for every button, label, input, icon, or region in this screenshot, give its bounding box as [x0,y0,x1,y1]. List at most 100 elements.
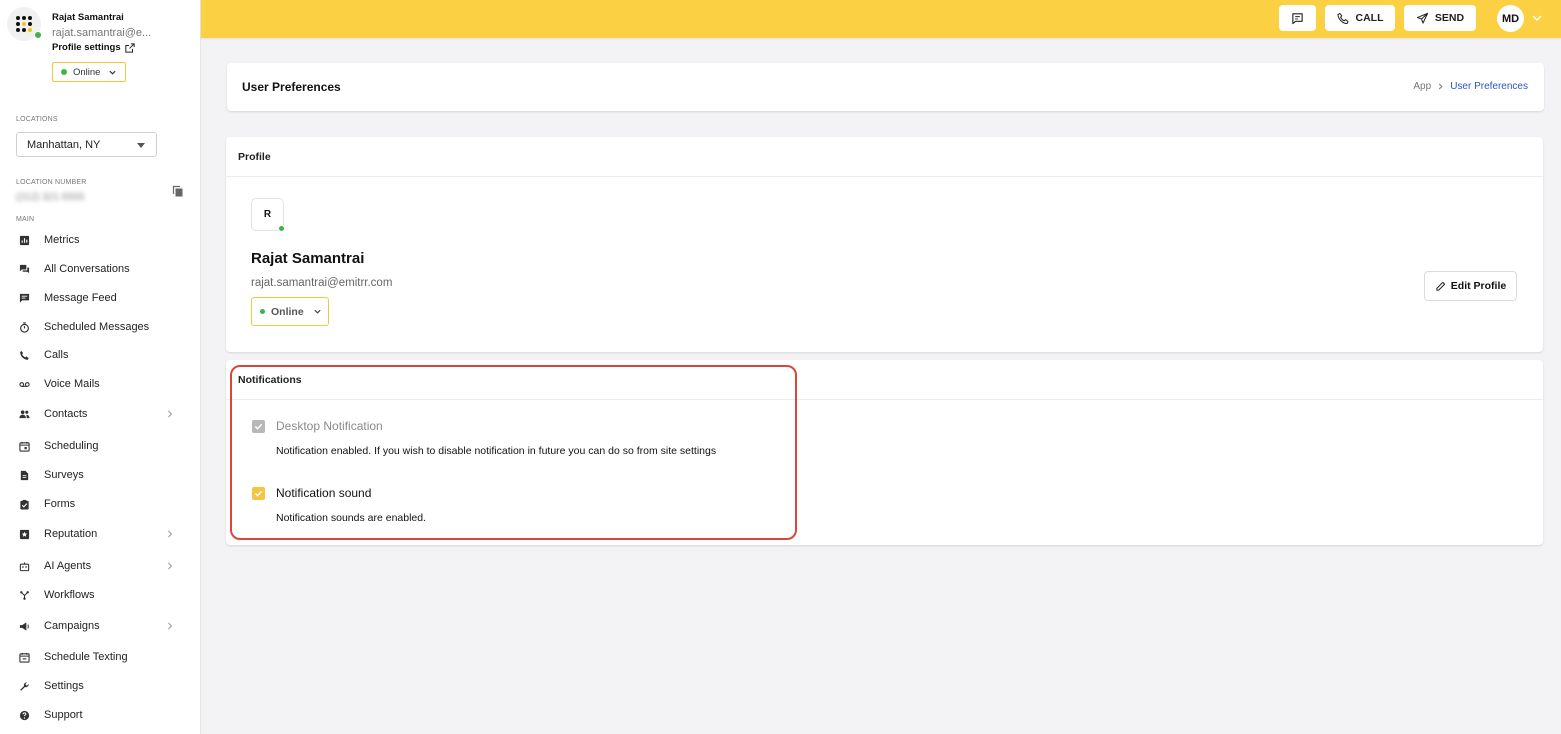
profile-name: Rajat Samantrai [251,250,365,267]
location-number-value: (212) 321-5555 [16,192,85,203]
sidebar-item-scheduled-messages[interactable]: Scheduled Messages [0,316,201,338]
external-link-icon [124,42,135,53]
sidebar-item-label: Campaigns [44,620,100,632]
main-section-label: MAIN [16,216,35,223]
profile-section-title: Profile [238,151,271,163]
sidebar-item-label: Metrics [44,234,80,246]
sidebar-item-voice-mails[interactable]: Voice Mails [0,373,201,395]
send-button[interactable]: SEND [1404,5,1476,31]
copy-icon[interactable] [172,185,184,197]
calendar-clock-icon [18,651,30,663]
sidebar-item-reputation[interactable]: Reputation [0,523,201,545]
online-status-dot [34,31,42,39]
sidebar-item-label: Reputation [44,528,98,540]
chevron-down-icon[interactable] [1532,14,1542,22]
sidebar-item-calls[interactable]: Calls [0,344,201,366]
star-box-icon [18,528,30,540]
bar-chart-icon [18,234,30,246]
sidebar-item-label: Surveys [44,469,84,481]
sidebar-item-label: Voice Mails [44,378,100,390]
chat-button[interactable] [1279,5,1316,31]
chevron-right-icon [168,622,173,630]
sidebar-item-contacts[interactable]: Contacts [0,403,201,425]
breadcrumb-current: User Preferences [1450,81,1528,92]
sidebar-item-support[interactable]: Support [0,704,201,726]
clipboard-check-icon [18,498,30,510]
call-label: CALL [1355,12,1384,24]
chat-icon [1292,12,1303,24]
location-number-label: LOCATION NUMBER [16,179,87,186]
sidebar-item-label: Calls [44,349,69,361]
online-dot-icon [61,69,67,75]
user-avatar-button[interactable]: MD [1497,5,1524,32]
sidebar-item-scheduling[interactable]: Scheduling [0,435,201,457]
sidebar-item-label: Settings [44,680,84,692]
sidebar-user-email: rajat.samantrai@e... [52,27,152,39]
profile-avatar: R [251,198,285,232]
location-value: Manhattan, NY [27,138,101,151]
edit-profile-button[interactable]: Edit Profile [1424,271,1517,301]
sidebar-item-metrics[interactable]: Metrics [0,229,201,251]
sidebar-user-name: Rajat Samantrai [52,12,124,23]
sidebar-item-label: Scheduled Messages [44,321,150,333]
sidebar-item-surveys[interactable]: Surveys [0,464,201,486]
help-circle-icon [18,709,30,721]
chevron-right-icon [168,562,173,570]
sidebar-item-label: AI Agents [44,560,92,572]
document-icon [18,469,30,481]
page-header-card: User Preferences App User Preferences [227,63,1544,111]
sidebar-item-label: Scheduling [44,440,99,452]
sidebar: Rajat Samantrai rajat.samantrai@e... Pro… [0,0,201,734]
send-label: SEND [1434,12,1465,24]
profile-status-label: Online [271,305,304,318]
megaphone-icon [18,620,30,632]
phone-icon [18,349,30,361]
breadcrumb: App User Preferences [1413,81,1528,92]
profile-card: Profile R Rajat Samantrai rajat.samantra… [226,137,1543,352]
chevron-right-icon [168,410,173,418]
people-icon [18,408,30,420]
location-select[interactable]: Manhattan, NY [16,132,157,157]
workflow-icon [18,589,30,601]
message-icon [18,292,30,304]
timer-icon [18,321,30,333]
call-button[interactable]: CALL [1325,5,1395,31]
sidebar-item-label: Forms [44,498,76,510]
sidebar-item-settings[interactable]: Settings [0,675,201,697]
calendar-icon [18,440,30,452]
voicemail-icon [18,378,30,390]
sidebar-item-workflows[interactable]: Workflows [0,584,201,606]
wrench-icon [18,680,30,692]
robot-icon [18,560,30,572]
sidebar-item-label: Message Feed [44,292,117,304]
sidebar-item-label: Schedule Texting [44,651,128,663]
chevron-right-icon [1439,83,1443,90]
sidebar-status-dropdown[interactable]: Online [52,62,126,82]
chevron-right-icon [168,530,173,538]
locations-label: LOCATIONS [16,116,58,123]
profile-settings-link[interactable]: Profile settings [52,42,135,53]
edit-profile-label: Edit Profile [1450,280,1507,292]
page-title: User Preferences [242,80,341,94]
chevron-down-icon [109,70,117,75]
sidebar-item-forms[interactable]: Forms [0,493,201,515]
profile-status-dropdown[interactable]: Online [251,297,329,326]
sidebar-item-all-conversations[interactable]: All Conversations [0,258,201,280]
top-bar: CALL SEND MD [201,0,1561,38]
send-icon [1416,12,1429,24]
profile-email: rajat.samantrai@emitrr.com [251,277,393,289]
sidebar-item-message-feed[interactable]: Message Feed [0,287,201,309]
sidebar-item-ai-agents[interactable]: AI Agents [0,555,201,577]
notifications-highlight-box [230,365,797,540]
phone-icon [1336,12,1349,24]
profile-settings-label: Profile settings [52,42,121,53]
online-dot-icon [260,309,265,314]
caret-down-icon [137,143,145,148]
sidebar-item-schedule-texting[interactable]: Schedule Texting [0,646,201,668]
chat-bubbles-icon [18,263,30,275]
profile-card-header: Profile [226,137,1543,177]
online-dot-icon [278,225,285,232]
sidebar-item-campaigns[interactable]: Campaigns [0,615,201,637]
sidebar-item-label: Workflows [44,589,95,601]
breadcrumb-app-link[interactable]: App [1413,81,1431,92]
